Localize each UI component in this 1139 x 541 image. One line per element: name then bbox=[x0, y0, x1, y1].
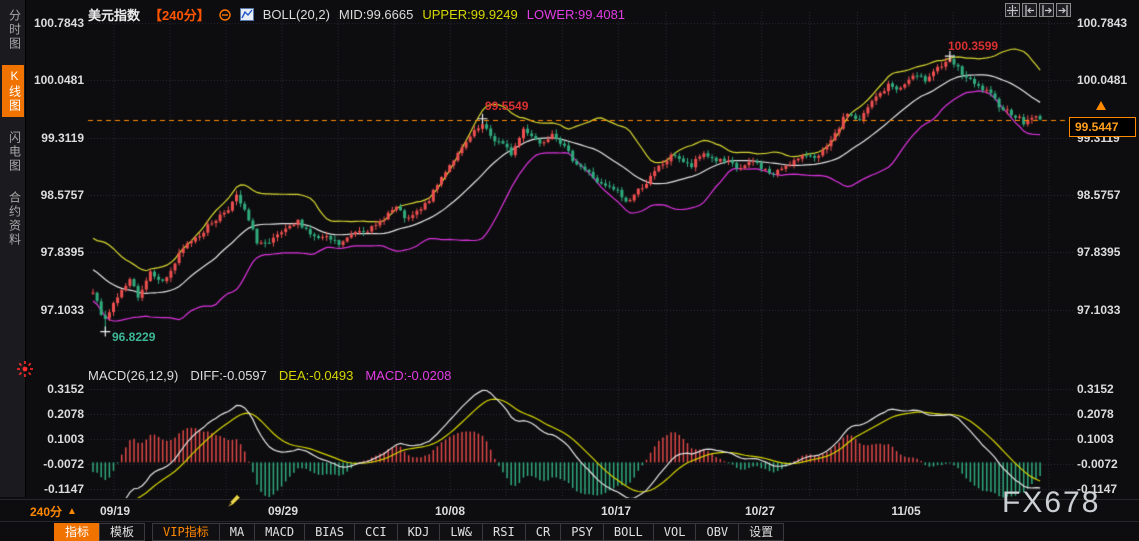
indicator-toolbar: 指标 模板 VIP指标 MA MACD BIAS CCI KDJ LW& RSI… bbox=[54, 523, 785, 541]
macd-tick-label: -0.0072 bbox=[43, 457, 84, 471]
high-price-annotation-mid: 99.5549 bbox=[485, 99, 529, 113]
sidebar-item-kline-chart[interactable]: K线图 bbox=[1, 65, 24, 117]
sidebar-item-flash-chart[interactable]: 闪电图 bbox=[2, 127, 24, 177]
settings-button[interactable]: 设置 bbox=[738, 523, 785, 541]
indicator-button-bias[interactable]: BIAS bbox=[304, 523, 355, 541]
sidebar-item-time-chart[interactable]: 分时图 bbox=[2, 5, 24, 55]
price-tick-label: 100.7843 bbox=[1077, 16, 1128, 30]
price-tick-label: 100.7843 bbox=[33, 16, 84, 30]
minus-circle-icon[interactable] bbox=[219, 8, 231, 21]
scale-x-axis-icon[interactable] bbox=[1039, 3, 1054, 17]
macd-tick-label: -0.0072 bbox=[1077, 457, 1118, 471]
price-tick-label: 97.8395 bbox=[40, 245, 84, 259]
indicator-button-rsi[interactable]: RSI bbox=[482, 523, 526, 541]
indicator-button-macd[interactable]: MACD bbox=[254, 523, 306, 541]
boll-params-label: BOLL(20,2) bbox=[262, 7, 330, 22]
macd-tick-label: -0.1147 bbox=[43, 482, 84, 496]
price-tick-label: 97.1033 bbox=[1077, 303, 1121, 317]
macd-tick-label: 0.1003 bbox=[1077, 432, 1114, 446]
boll-lower-value: LOWER:99.4081 bbox=[526, 7, 626, 22]
indicator-button-boll[interactable]: BOLL bbox=[602, 523, 654, 541]
macd-params-label: MACD(26,12,9) bbox=[88, 368, 179, 383]
indicator-button-ma[interactable]: MA bbox=[218, 523, 256, 541]
chart-header: 美元指数 【240分】 BOLL(20,2) MID:99.6665 UPPER… bbox=[88, 5, 625, 24]
last-price-tag: 99.5447 bbox=[1069, 117, 1136, 137]
sidebar: 分时图 K线图 闪电图 合约资料 bbox=[0, 0, 26, 497]
indicator-button-cr[interactable]: CR bbox=[524, 523, 562, 541]
divider-xaxis bbox=[0, 499, 1139, 500]
indicator-button-psy[interactable]: PSY bbox=[560, 523, 604, 541]
indicator-button-kdj[interactable]: KDJ bbox=[396, 523, 441, 541]
indicator-button-vol[interactable]: VOL bbox=[652, 523, 697, 541]
sidebar-item-contract-info[interactable]: 合约资料 bbox=[2, 187, 24, 251]
indicator-button-vip[interactable]: VIP指标 bbox=[152, 523, 220, 541]
indicator-button-obv[interactable]: OBV bbox=[695, 523, 740, 541]
period-selector[interactable]: 240分 ▲ bbox=[30, 503, 77, 520]
scale-right-axis-icon[interactable] bbox=[1056, 3, 1071, 17]
crosshair-icon[interactable] bbox=[1005, 3, 1020, 17]
period-badge: 【240分】 bbox=[149, 8, 210, 23]
macd-tick-label: 0.3152 bbox=[47, 382, 84, 396]
date-tick-label: 10/27 bbox=[744, 504, 776, 518]
macd-tick-label: 0.2078 bbox=[47, 407, 84, 421]
boll-upper-value: UPPER:99.9249 bbox=[422, 7, 518, 22]
macd-tick-label: 0.1003 bbox=[47, 432, 84, 446]
period-selector-label: 240分 bbox=[30, 505, 63, 519]
pencil-cursor-icon bbox=[226, 492, 242, 508]
macd-header: MACD(26,12,9) DIFF:-0.0597 DEA:-0.0493 M… bbox=[88, 368, 451, 383]
tab-template[interactable]: 模板 bbox=[99, 523, 146, 541]
price-marker-icon bbox=[1096, 101, 1106, 110]
boll-mid-value: MID:99.6665 bbox=[338, 7, 414, 22]
macd-tick-label: 0.2078 bbox=[1077, 407, 1114, 421]
watermark: FX678 bbox=[1002, 486, 1101, 519]
price-tick-label: 100.0481 bbox=[1077, 73, 1128, 87]
indicator-button-lwr[interactable]: LW& bbox=[439, 523, 484, 541]
tab-indicator[interactable]: 指标 bbox=[54, 523, 101, 541]
date-tick-label: 11/05 bbox=[891, 504, 921, 518]
date-tick-label: 10/08 bbox=[434, 504, 466, 518]
app-window: 分时图 K线图 闪电图 合约资料 美元指数 【240分】 BOLL(20,2) … bbox=[0, 0, 1139, 541]
price-tick-label: 99.3119 bbox=[41, 131, 84, 145]
live-indicator-icon bbox=[16, 360, 34, 378]
scale-left-axis-icon[interactable] bbox=[1022, 3, 1037, 17]
price-tick-label: 100.0481 bbox=[33, 73, 84, 87]
macd-macd-value: MACD:-0.0208 bbox=[365, 368, 452, 383]
x-axis-row: 240分 ▲ 09/19 09/29 10/08 10/17 10/27 11/… bbox=[0, 503, 1139, 521]
triangle-up-icon: ▲ bbox=[67, 506, 77, 517]
low-price-annotation: 96.8229 bbox=[112, 330, 156, 344]
date-tick-label: 09/19 bbox=[99, 504, 131, 518]
price-tick-label: 97.8395 bbox=[1077, 245, 1121, 259]
chart-canvas[interactable] bbox=[0, 0, 1139, 541]
high-price-annotation-right: 100.3599 bbox=[948, 39, 999, 53]
chart-controls bbox=[1005, 3, 1071, 17]
mini-chart-icon bbox=[239, 8, 254, 21]
price-tick-label: 98.5757 bbox=[40, 188, 84, 202]
macd-tick-label: 0.3152 bbox=[1077, 382, 1114, 396]
macd-dea-value: DEA:-0.0493 bbox=[278, 368, 354, 383]
date-tick-label: 09/29 bbox=[267, 504, 299, 518]
price-tick-label: 98.5757 bbox=[1077, 188, 1121, 202]
symbol-title: 美元指数 bbox=[88, 8, 141, 23]
date-tick-label: 10/17 bbox=[600, 504, 632, 518]
indicator-button-cci[interactable]: CCI bbox=[353, 523, 398, 541]
macd-diff-value: DIFF:-0.0597 bbox=[190, 368, 267, 383]
divider-toolbar bbox=[0, 521, 1139, 522]
price-tick-label: 97.1033 bbox=[40, 303, 84, 317]
